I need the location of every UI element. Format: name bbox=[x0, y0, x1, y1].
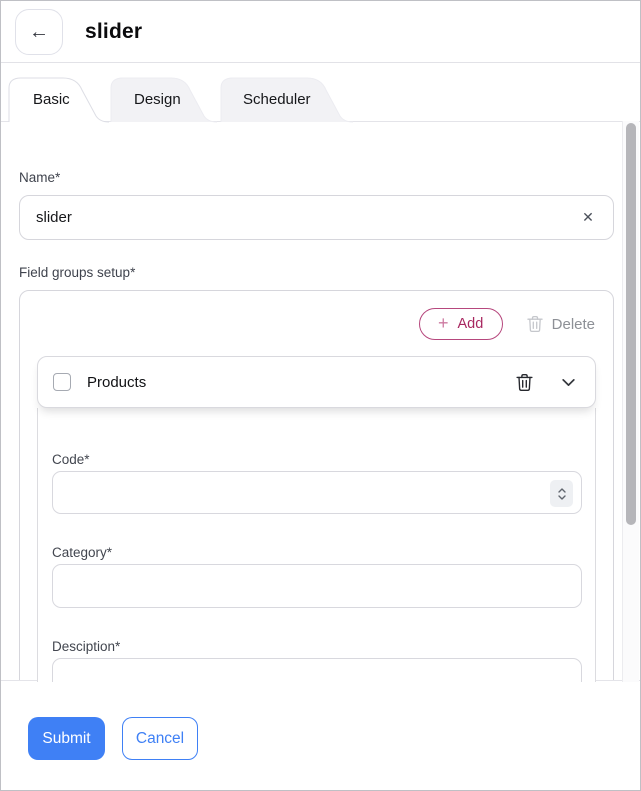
trash-icon bbox=[527, 315, 543, 333]
desciption-input[interactable] bbox=[52, 658, 582, 682]
back-button[interactable]: ← bbox=[15, 9, 63, 55]
clear-input-button[interactable]: ✕ bbox=[575, 196, 601, 239]
tab-scheduler[interactable]: Scheduler bbox=[221, 76, 353, 122]
add-button-label: Add bbox=[457, 316, 483, 332]
form-editor-page: ← slider Basic Design Scheduler bbox=[0, 0, 641, 791]
submit-button[interactable]: Submit bbox=[28, 717, 105, 760]
scrollbar-thumb[interactable] bbox=[626, 123, 636, 525]
tab-scheduler-label: Scheduler bbox=[243, 76, 311, 122]
desciption-field-label: Desciption* bbox=[52, 639, 581, 654]
group-body: Code* Category* bbox=[37, 408, 596, 682]
footer: Submit Cancel bbox=[1, 680, 640, 790]
code-input[interactable] bbox=[52, 471, 582, 514]
tab-basic[interactable]: Basic bbox=[9, 76, 109, 122]
close-icon: ✕ bbox=[582, 209, 594, 226]
tab-design[interactable]: Design bbox=[111, 76, 217, 122]
number-stepper[interactable] bbox=[550, 480, 573, 507]
add-group-button[interactable]: + Add bbox=[419, 308, 503, 340]
name-input-value: slider bbox=[36, 209, 72, 226]
field-group-panel: Products bbox=[37, 356, 596, 682]
scrollbar-track[interactable] bbox=[622, 121, 639, 682]
group-checkbox[interactable] bbox=[53, 373, 71, 391]
category-field-label: Category* bbox=[52, 545, 581, 560]
back-arrow-icon: ← bbox=[29, 21, 49, 44]
plus-icon: + bbox=[438, 314, 449, 332]
field-groups-label: Field groups setup* bbox=[19, 265, 604, 280]
group-delete-button[interactable] bbox=[516, 373, 560, 392]
name-input[interactable]: slider ✕ bbox=[19, 195, 614, 240]
group-title: Products bbox=[87, 374, 516, 391]
cancel-button[interactable]: Cancel bbox=[122, 717, 198, 760]
page-title: slider bbox=[85, 1, 142, 62]
delete-group-button[interactable]: Delete bbox=[527, 315, 595, 333]
stepper-arrows-icon bbox=[556, 487, 568, 501]
field-groups-toolbar: + Add Delete bbox=[20, 291, 613, 340]
category-input[interactable] bbox=[52, 564, 582, 608]
form-content: Name* slider ✕ Field groups setup* + Add bbox=[1, 122, 632, 682]
field-groups-container: + Add Delete bbox=[19, 290, 614, 682]
tab-design-label: Design bbox=[134, 76, 181, 122]
tab-bar: Basic Design Scheduler bbox=[1, 63, 640, 121]
group-collapse-button[interactable] bbox=[560, 374, 577, 391]
chevron-down-icon bbox=[560, 374, 577, 391]
tab-basic-label: Basic bbox=[33, 76, 70, 122]
name-field-label: Name* bbox=[19, 170, 604, 185]
form-scroll-area: Name* slider ✕ Field groups setup* + Add bbox=[1, 121, 640, 682]
code-field-label: Code* bbox=[52, 452, 581, 467]
group-header-products[interactable]: Products bbox=[37, 356, 596, 408]
delete-button-label: Delete bbox=[552, 316, 595, 333]
trash-icon bbox=[516, 373, 533, 392]
header: ← slider bbox=[1, 1, 640, 63]
